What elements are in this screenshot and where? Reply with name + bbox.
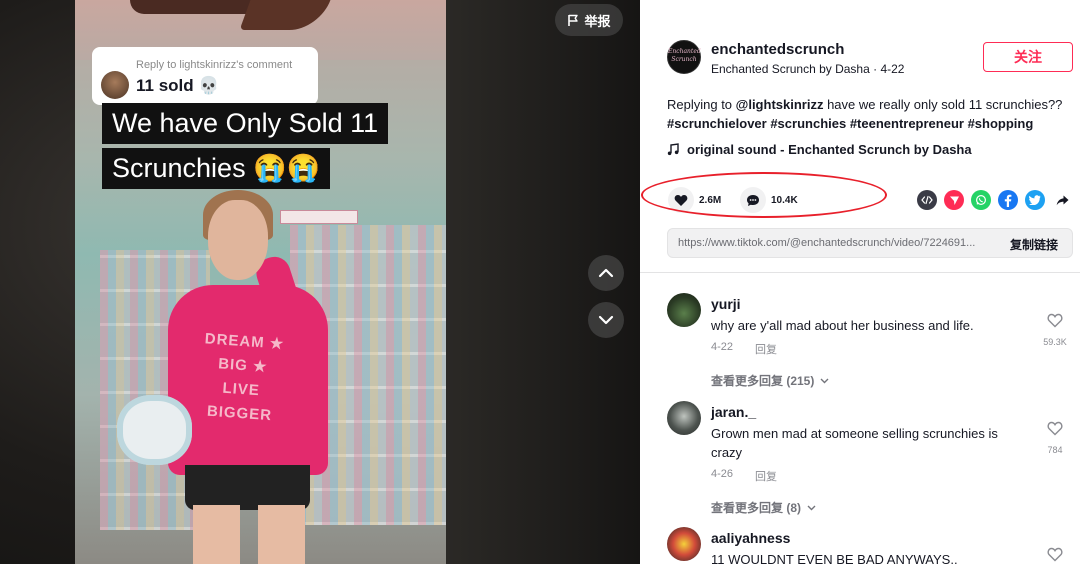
heart-outline-icon <box>1047 421 1063 436</box>
section-divider <box>640 272 1080 273</box>
comment-text: 11 WOULDNT EVEN BE BAD ANYWAYS.. <box>711 552 958 564</box>
twitter-bird-icon <box>1029 195 1041 205</box>
twitter-share-button[interactable] <box>1025 190 1045 210</box>
reply-comment-text: 11 sold 💀 <box>136 76 220 95</box>
music-link[interactable]: original sound - Enchanted Scrunch by Da… <box>667 142 972 157</box>
comment-date: 4-26 <box>711 468 734 480</box>
share-link-bar: https://www.tiktok.com/@enchantedscrunch… <box>667 228 1073 258</box>
comment-like-button[interactable]: 59.3K <box>1040 313 1070 347</box>
music-label: original sound - Enchanted Scrunch by Da… <box>687 142 972 157</box>
comment-reply-button[interactable]: 回复 <box>755 468 777 484</box>
description-hashtags[interactable]: #scrunchielover #scrunchies #teenentrepr… <box>667 116 1033 131</box>
comment-like-count: 784 <box>1047 445 1063 455</box>
embed-share-button[interactable] <box>917 190 937 210</box>
comment-username[interactable]: yurji <box>711 296 741 312</box>
comment-username[interactable]: aaliyahness <box>711 530 790 546</box>
comment-avatar[interactable] <box>667 527 701 561</box>
copy-link-button[interactable]: 复制链接 <box>1010 236 1058 253</box>
flag-icon <box>568 14 579 26</box>
video-caption-line-1: We have Only Sold 11 <box>102 103 389 144</box>
comment-avatar[interactable] <box>667 293 701 327</box>
chevron-up-icon <box>598 268 614 278</box>
author-display-name: Enchanted Scrunch by Dasha <box>711 62 870 76</box>
comment-reply-button[interactable]: 回复 <box>755 341 777 357</box>
video-scene-head <box>208 200 268 280</box>
follow-button[interactable]: 关注 <box>983 42 1073 72</box>
view-more-replies-label: 查看更多回复 (215) <box>711 374 815 388</box>
video-scene-legs <box>193 505 305 564</box>
author-avatar[interactable]: Enchanted Scrunch <box>667 40 701 74</box>
heart-outline-icon <box>1047 313 1063 328</box>
author-subtitle: Enchanted Scrunch by Dasha · 4-22 <box>711 62 904 76</box>
video-scene-shelf-sign <box>280 210 358 224</box>
more-share-button[interactable] <box>1052 190 1072 210</box>
red-annotation-circle <box>641 172 887 218</box>
facebook-icon <box>1004 194 1012 207</box>
video-player[interactable]: DREAM ★ BIG ★ LIVE BIGGER Reply to light… <box>0 0 640 564</box>
chevron-down-icon <box>807 505 816 510</box>
chevron-down-icon <box>820 378 829 383</box>
view-more-replies-button[interactable]: 查看更多回复 (8) <box>711 499 816 516</box>
next-video-button[interactable] <box>588 302 624 338</box>
video-scene-shorts <box>185 465 310 510</box>
view-more-replies-label: 查看更多回复 (8) <box>711 501 802 515</box>
comment-username[interactable]: jaran._ <box>711 404 756 420</box>
embed-code-icon <box>921 195 933 205</box>
comment-like-count: 59.3K <box>1043 337 1067 347</box>
reply-to-label: Reply to lightskinrizz's comment <box>136 59 293 71</box>
previous-video-button[interactable] <box>588 255 624 291</box>
author-handle[interactable]: enchantedscrunch <box>711 41 844 58</box>
comment-text: why are y'all mad about her business and… <box>711 318 974 333</box>
video-details-panel: Enchanted Scrunch enchantedscrunch Encha… <box>640 0 1080 564</box>
heart-outline-icon <box>1047 547 1063 562</box>
report-button[interactable]: 举报 <box>555 4 623 36</box>
facebook-share-button[interactable] <box>998 190 1018 210</box>
video-scene-sweatshirt-text: DREAM ★ BIG ★ LIVE BIGGER <box>204 330 285 425</box>
video-caption-line-2: Scrunchies 😭😭 <box>102 148 331 189</box>
video-scene-scrunchie <box>117 395 192 465</box>
description-text: have we really only sold 11 scrunchies?? <box>823 97 1063 112</box>
chevron-down-icon <box>598 315 614 325</box>
description-prefix: Replying to <box>667 97 736 112</box>
reply-comment-sticker: Reply to lightskinrizz's comment 11 sold… <box>92 47 318 105</box>
video-description: Replying to @lightskinrizz have we reall… <box>667 95 1067 133</box>
comment-like-button[interactable] <box>1040 547 1070 564</box>
send-arrow-icon <box>949 196 959 205</box>
send-to-friends-button[interactable] <box>944 190 964 210</box>
reply-avatar <box>101 71 129 99</box>
whatsapp-share-button[interactable] <box>971 190 991 210</box>
music-note-icon <box>667 143 679 156</box>
view-more-replies-button[interactable]: 查看更多回复 (215) <box>711 372 829 389</box>
share-link-url[interactable]: https://www.tiktok.com/@enchantedscrunch… <box>678 237 996 249</box>
description-mention-link[interactable]: @lightskinrizz <box>736 97 824 112</box>
share-arrow-icon <box>1056 195 1068 205</box>
comment-like-button[interactable]: 784 <box>1040 421 1070 455</box>
whatsapp-icon <box>975 194 987 206</box>
report-label: 举报 <box>584 13 611 29</box>
post-date: 4-22 <box>880 62 905 76</box>
comment-date: 4-22 <box>711 341 734 353</box>
comment-avatar[interactable] <box>667 401 701 435</box>
comment-text: Grown men mad at someone selling scrunch… <box>711 426 998 460</box>
